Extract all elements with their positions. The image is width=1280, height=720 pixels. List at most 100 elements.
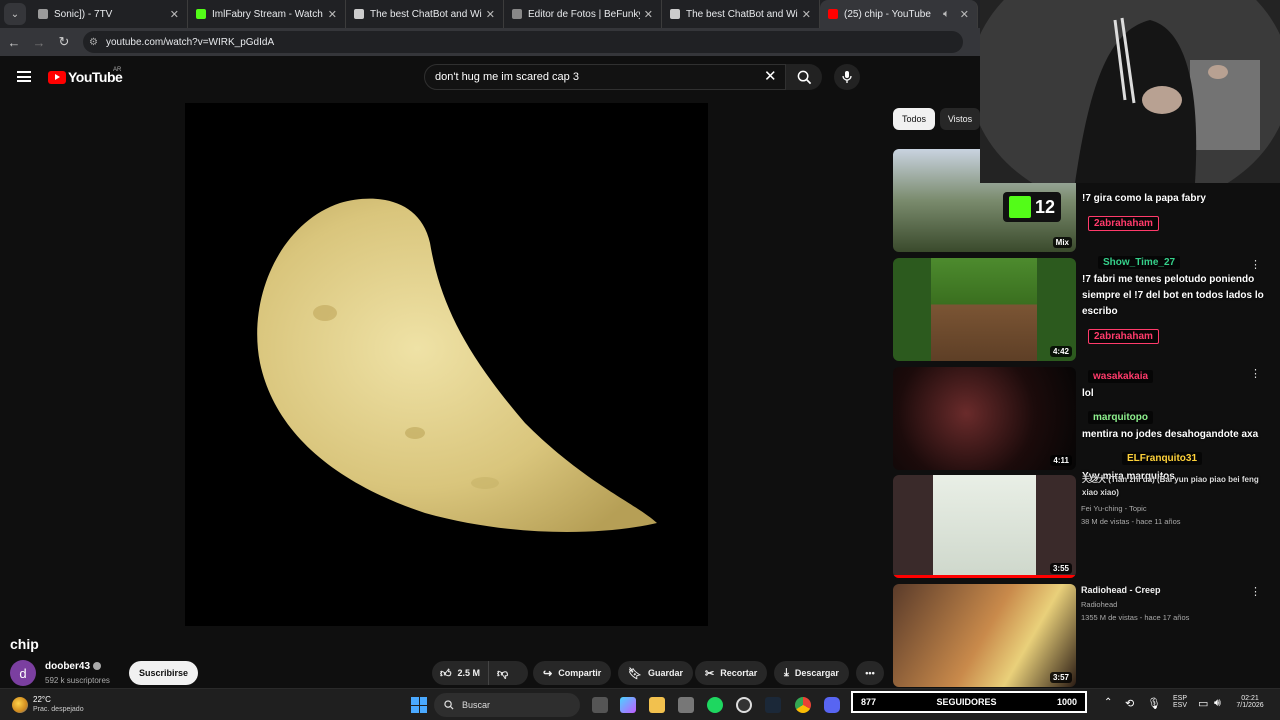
browser-tab[interactable]: Sonic]) - 7TV ✕ — [30, 0, 188, 28]
share-button[interactable]: ↪ Compartir — [533, 661, 612, 685]
duration-badge: 4:11 — [1050, 455, 1072, 466]
voice-search-button[interactable] — [834, 64, 860, 90]
chrome-icon[interactable] — [795, 697, 811, 713]
rec-channel[interactable]: Radiohead — [1081, 600, 1117, 609]
tab-favicon-icon — [670, 9, 680, 19]
chat-username: wasakakaia — [1088, 370, 1154, 383]
reload-icon[interactable]: ↻ — [53, 34, 75, 50]
chat-username: Show_Time_27 — [1098, 256, 1181, 269]
microphone-tray-icon[interactable]: 🎙︎ — [1147, 697, 1161, 710]
taskbar-search[interactable]: Buscar — [434, 693, 580, 717]
speaker-icon[interactable]: 🔈︎ — [943, 8, 950, 21]
search-icon — [444, 700, 454, 710]
tab-title: The best ChatBot and Widgets — [686, 8, 798, 20]
task-view-icon[interactable] — [592, 697, 608, 713]
kick-badge: 12 — [1003, 192, 1061, 222]
tab-title: The best ChatBot and Widgets — [370, 8, 482, 20]
rec-title[interactable]: 天之大 (Tian zhi da) (Bai yun piao piao bei… — [1082, 473, 1272, 499]
channel-avatar[interactable]: d — [10, 660, 36, 686]
volume-icon[interactable]: 🔊︎ — [1214, 697, 1221, 710]
network-icon[interactable]: ⟲ — [1125, 697, 1134, 710]
subscriber-count: 592 k suscriptores — [45, 676, 110, 685]
weather-temperature[interactable]: 22°C — [33, 695, 51, 704]
clear-search-icon[interactable]: ✕ — [764, 67, 777, 85]
discord-icon[interactable] — [824, 697, 840, 713]
subscribe-button[interactable]: Suscribirse — [129, 661, 198, 685]
chat-username: marquitopo — [1088, 411, 1153, 424]
keyboard-language[interactable]: ESP ESV — [1168, 695, 1192, 709]
back-arrow-icon[interactable]: ← — [3, 35, 25, 50]
app-icon[interactable] — [678, 697, 694, 713]
close-tab-icon[interactable]: ✕ — [802, 8, 811, 21]
more-horizontal-icon: ••• — [865, 668, 875, 678]
start-windows-icon[interactable] — [411, 697, 427, 713]
browser-tab-active[interactable]: (25) chip - YouTube 🔈︎ ✕ — [820, 0, 978, 28]
url-field[interactable]: ⚙︎ youtube.com/watch?v=WIRK_pGdIdA — [83, 31, 963, 53]
filter-chip-watched[interactable]: Vistos — [940, 108, 980, 130]
more-vertical-icon[interactable]: ⋮ — [1250, 258, 1261, 271]
close-tab-icon[interactable]: ✕ — [644, 8, 653, 21]
browser-tab[interactable]: ImlFabry Stream - Watch Live o ✕ — [188, 0, 346, 28]
steam-icon[interactable] — [765, 697, 781, 713]
browser-tab[interactable]: The best ChatBot and Widgets ✕ — [346, 0, 504, 28]
share-label: Compartir — [558, 668, 602, 678]
potato-chip-image — [257, 198, 657, 533]
more-vertical-icon[interactable]: ⋮ — [1250, 367, 1261, 380]
channel-name[interactable]: doober43 — [45, 661, 102, 672]
spotify-icon[interactable] — [707, 697, 723, 713]
youtube-logo[interactable]: YouTube — [48, 69, 123, 85]
follower-goal-bar: 877 SEGUIDORES 1000 — [851, 691, 1087, 713]
browser-tab[interactable]: Editor de Fotos | BeFunky: Edita ✕ — [504, 0, 662, 28]
tab-title: ImlFabry Stream - Watch Live o — [212, 8, 324, 20]
rec-thumbnail[interactable]: 4:42 — [893, 258, 1076, 361]
rec-thumbnail[interactable]: 4:11 — [893, 367, 1076, 470]
copilot-icon[interactable] — [620, 697, 636, 713]
browser-tab[interactable]: The best ChatBot and Widgets ✕ — [662, 0, 820, 28]
forward-arrow-icon[interactable]: → — [28, 35, 50, 50]
video-player[interactable] — [185, 103, 708, 626]
tab-search-chevron-icon[interactable]: ⌄ — [4, 3, 26, 25]
album-cover-image — [933, 475, 1036, 575]
obs-icon[interactable] — [736, 697, 752, 713]
rec-thumbnail[interactable]: 3:57 — [893, 584, 1076, 687]
like-count: 2.5 M — [457, 668, 481, 678]
mix-label: Mix — [1052, 237, 1072, 248]
close-tab-icon[interactable]: ✕ — [170, 8, 179, 21]
save-button[interactable]: 🔖︎ Guardar — [618, 661, 693, 685]
search-input[interactable]: don't hug me im scared cap 3 — [424, 64, 786, 90]
youtube-favicon-icon — [828, 9, 838, 19]
file-explorer-icon[interactable] — [649, 697, 665, 713]
windows-taskbar: 22°C Prac. despejado Buscar ⌃ ⟲ 🎙︎ ESP E… — [0, 688, 1280, 720]
rec-channel[interactable]: Fei Yu-ching - Topic — [1081, 504, 1147, 513]
webcam-feed-image — [980, 0, 1280, 183]
search-button[interactable] — [786, 64, 822, 90]
close-tab-icon[interactable]: ✕ — [328, 8, 337, 21]
menu-icon[interactable] — [17, 71, 31, 82]
country-code: AR — [113, 67, 122, 73]
filter-chip-all[interactable]: Todos — [893, 108, 935, 130]
site-info-icon[interactable]: ⚙︎ — [89, 37, 98, 48]
display-icon[interactable]: ▭ — [1198, 697, 1208, 710]
dislike-button[interactable]: 👎︎ — [489, 667, 516, 680]
clip-button[interactable]: ✂ Recortar — [695, 661, 768, 685]
like-dislike-group: 👍︎ 2.5 M 👎︎ — [432, 661, 528, 685]
tray-chevron-icon[interactable]: ⌃ — [1104, 697, 1112, 708]
rec-thumbnail[interactable]: 3:55 — [893, 475, 1076, 578]
save-label: Guardar — [647, 668, 683, 678]
more-vertical-icon[interactable]: ⋮ — [1250, 585, 1261, 598]
chat-message: lol — [1082, 388, 1094, 399]
like-button[interactable]: 👍︎ 2.5 M — [432, 661, 490, 685]
close-tab-icon[interactable]: ✕ — [960, 8, 969, 21]
more-actions-button[interactable]: ••• — [856, 661, 884, 685]
microphone-icon — [842, 71, 852, 83]
rec-meta: 1355 M de vistas - hace 17 años — [1081, 613, 1190, 622]
clock[interactable]: 02:21 7/1/2026 — [1228, 695, 1272, 709]
close-tab-icon[interactable]: ✕ — [486, 8, 495, 21]
download-icon: ⤓ — [784, 666, 789, 679]
download-button[interactable]: ⤓ Descargar — [774, 661, 849, 685]
kick-badge-number: 12 — [1034, 196, 1056, 217]
duration-badge: 4:42 — [1049, 346, 1072, 357]
rec-title[interactable]: Radiohead - Creep — [1081, 585, 1161, 595]
clip-label: Recortar — [720, 668, 758, 678]
thumbs-up-icon: 👍︎ — [440, 667, 452, 680]
